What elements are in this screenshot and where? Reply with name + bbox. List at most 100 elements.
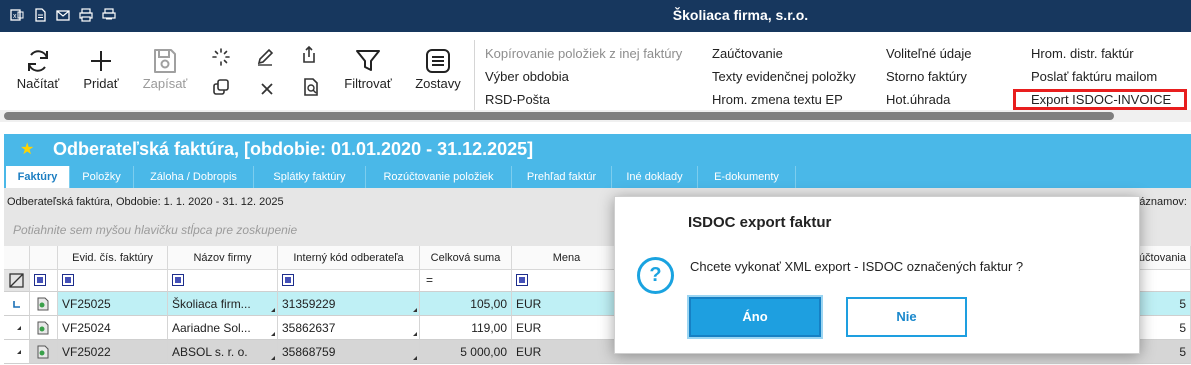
export-isdoc-highlight: Export ISDOC-INVOICE — [1012, 89, 1188, 110]
cell-currency[interactable]: EUR — [512, 340, 622, 364]
bulk-distribution-menu-item[interactable]: Hrom. distr. faktúr — [1031, 42, 1184, 65]
cell-customer-code[interactable]: 35862637 — [278, 316, 420, 340]
cancel-invoice-menu-item[interactable]: Storno faktúry — [886, 65, 971, 88]
optional-data-menu-item[interactable]: Voliteľné údaje — [886, 42, 971, 65]
yes-button[interactable]: Áno — [689, 297, 821, 337]
header-currency[interactable]: Mena — [512, 246, 622, 270]
row-doc-icon[interactable] — [30, 340, 58, 364]
tab-item-allocation[interactable]: Rozúčtovanie položiek — [366, 166, 512, 188]
filter-cell-icon[interactable] — [30, 270, 58, 292]
posting-menu-item[interactable]: Zaúčtovanie — [712, 42, 856, 65]
cell-marker-icon — [271, 332, 275, 336]
cell-total-amount[interactable]: 119,00 — [420, 316, 512, 340]
cell-company-name[interactable]: Aariadne Sol... — [168, 316, 278, 340]
filter-cell-company[interactable] — [168, 270, 278, 292]
share-export-icon[interactable] — [298, 44, 320, 66]
cash-payment-menu-item[interactable]: Hot.úhrada — [886, 88, 971, 111]
tab-installments[interactable]: Splátky faktúry — [254, 166, 366, 188]
rsd-post-menu-item[interactable]: RSD-Pošta — [485, 88, 682, 111]
header-customer-code[interactable]: Interný kód odberateľa — [278, 246, 420, 270]
cell-marker-icon — [271, 356, 275, 360]
cell-total-amount[interactable]: 5 000,00 — [420, 340, 512, 364]
cell-currency[interactable]: EUR — [512, 292, 622, 316]
filter-row-toggle[interactable] — [4, 270, 30, 292]
document-title: Odberateľská faktúra, [obdobie: 01.01.20… — [53, 139, 534, 159]
cell-invoice-number[interactable]: VF25022 — [58, 340, 168, 364]
isdoc-export-dialog: ISDOC export faktur ? Chcete vykonať XML… — [614, 196, 1140, 354]
cell-company-name[interactable]: Školiaca firm... — [168, 292, 278, 316]
filter-clear-icon — [9, 273, 24, 288]
refresh-icon — [28, 50, 48, 72]
bulk-text-change-menu-item[interactable]: Hrom. zmena textu EP — [712, 88, 856, 111]
filter-cell-invoice-number[interactable] — [58, 270, 168, 292]
send-invoice-mail-menu-item[interactable]: Poslať faktúru mailom — [1031, 65, 1184, 88]
header-company-name[interactable]: Názov firmy — [168, 246, 278, 270]
document-search-icon[interactable] — [300, 76, 322, 98]
cell-total-amount[interactable]: 105,00 — [420, 292, 512, 316]
favorite-star-icon[interactable]: ★ — [20, 139, 34, 159]
filter-button[interactable]: Filtrovať — [340, 46, 396, 91]
copy-icon[interactable] — [210, 76, 232, 98]
no-button[interactable]: Nie — [846, 297, 967, 337]
invoice-document-icon — [37, 297, 49, 311]
company-name-text: Školiaca firm... — [172, 297, 251, 311]
dialog-message: Chcete vykonať XML export - ISDOC označe… — [690, 259, 1024, 274]
tab-invoices[interactable]: Faktúry — [6, 166, 70, 188]
ribbon-menu-column-3: Voliteľné údaje Storno faktúry Hot.úhrad… — [886, 42, 971, 111]
row-indicator[interactable] — [4, 316, 30, 340]
filter-cell-currency[interactable] — [512, 270, 622, 292]
tab-e-documents[interactable]: E-dokumenty — [698, 166, 796, 188]
export-isdoc-menu-item[interactable]: Export ISDOC-INVOICE — [1012, 88, 1188, 111]
cell-currency[interactable]: EUR — [512, 316, 622, 340]
header-invoice-number[interactable]: Evid. čís. faktúry — [58, 246, 168, 270]
reports-button[interactable]: Zostavy — [410, 46, 466, 91]
filter-checkbox-icon — [62, 274, 74, 286]
copy-items-menu-item[interactable]: Kopírovanie položiek z inej faktúry — [485, 42, 682, 65]
item-texts-menu-item[interactable]: Texty evidenčnej položky — [712, 65, 856, 88]
tab-other-documents[interactable]: Iné doklady — [612, 166, 698, 188]
cell-customer-code[interactable]: 31359229 — [278, 292, 420, 316]
cell-marker-icon — [413, 308, 417, 312]
filter-checkbox-icon — [282, 274, 294, 286]
row-indicator[interactable] — [4, 292, 30, 316]
ribbon-scrollbar-thumb[interactable] — [4, 112, 1114, 120]
cell-invoice-number[interactable]: VF25025 — [58, 292, 168, 316]
list-report-icon — [426, 49, 450, 73]
tab-advance-credit[interactable]: Záloha / Dobropis — [134, 166, 254, 188]
delete-x-icon[interactable] — [256, 78, 278, 100]
document-tabs: Faktúry Položky Záloha / Dobropis Splátk… — [4, 164, 1191, 188]
header-total-amount[interactable]: Celková suma — [420, 246, 512, 270]
ribbon-menu-column-2: Zaúčtovanie Texty evidenčnej položky Hro… — [712, 42, 856, 111]
group-by-hint[interactable]: Potiahnite sem myšou hlavičku stĺpca pre… — [13, 223, 297, 237]
cell-customer-code[interactable]: 35868759 — [278, 340, 420, 364]
cell-marker-icon — [271, 308, 275, 312]
ribbon-toolbar: Načítať Pridať Zapísať Filtrovať Zostavy… — [0, 32, 1191, 122]
invoice-document-icon — [37, 321, 49, 335]
row-indicator[interactable] — [4, 340, 30, 364]
row-doc-icon[interactable] — [30, 292, 58, 316]
edit-pencil-icon[interactable] — [254, 46, 276, 68]
select-period-menu-item[interactable]: Výber obdobia — [485, 65, 682, 88]
loading-spinner-icon[interactable] — [210, 46, 232, 68]
ribbon-separator — [474, 40, 475, 110]
cell-invoice-number[interactable]: VF25024 — [58, 316, 168, 340]
ribbon-menu-column-1: Kopírovanie položiek z inej faktúry Výbe… — [485, 42, 682, 111]
add-button[interactable]: Pridať — [78, 46, 124, 91]
dialog-title: ISDOC export faktur — [688, 214, 832, 231]
cell-company-name[interactable]: ABSOL s. r. o. — [168, 340, 278, 364]
customer-code-text: 31359229 — [282, 297, 336, 311]
reload-button[interactable]: Načítať — [12, 46, 64, 91]
ribbon-menu-column-4: Hrom. distr. faktúr Poslať faktúru mailo… — [1012, 42, 1188, 111]
filter-cell-customer-code[interactable] — [278, 270, 420, 292]
tab-invoice-overview[interactable]: Prehľad faktúr — [512, 166, 612, 188]
save-button[interactable]: Zapísať — [140, 46, 190, 91]
filter-cell-total[interactable]: = — [420, 270, 512, 292]
filter-checkbox-icon — [34, 274, 46, 286]
customer-code-text: 35868759 — [282, 345, 336, 359]
tab-items[interactable]: Položky — [70, 166, 134, 188]
funnel-icon — [356, 50, 380, 71]
grid-corner — [4, 246, 30, 270]
save-label: Zapísať — [142, 76, 188, 91]
app-title: Školiaca firma, s.r.o. — [672, 7, 809, 23]
row-doc-icon[interactable] — [30, 316, 58, 340]
